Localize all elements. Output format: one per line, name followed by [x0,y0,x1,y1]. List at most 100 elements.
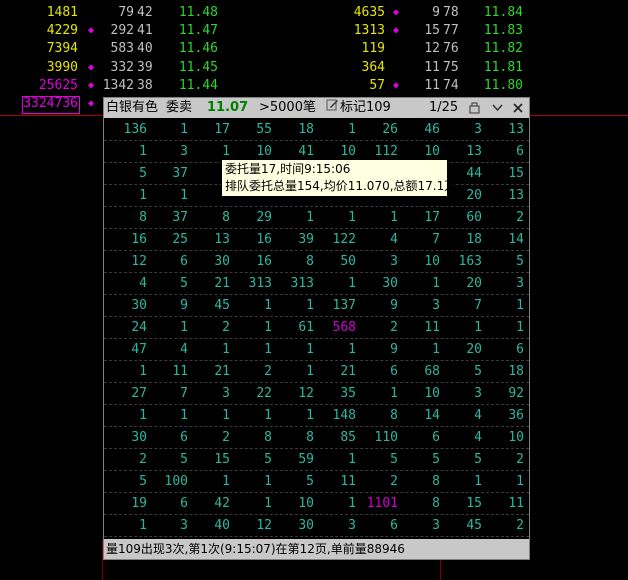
queue-order-cell[interactable]: 5 [400,449,440,470]
side-label[interactable]: 委卖 [166,98,192,118]
queue-order-cell[interactable]: 24 [107,317,147,338]
queue-order-cell[interactable]: 60 [442,207,482,228]
queue-order-cell[interactable]: 12 [107,251,147,272]
filter-label[interactable]: >5000笔 [259,98,316,118]
queue-order-cell[interactable]: 2 [484,207,524,228]
queue-order-cell[interactable]: 14 [484,229,524,250]
queue-order-cell[interactable]: 1 [148,119,188,140]
queue-order-cell[interactable]: 19 [107,493,147,514]
queue-order-cell[interactable]: 1 [274,339,314,360]
queue-order-cell[interactable]: 29 [232,207,272,228]
queue-order-cell[interactable]: 61 [274,317,314,338]
queue-order-cell[interactable]: 9 [148,295,188,316]
queue-order-cell[interactable]: 5 [107,471,147,492]
queue-order-cell[interactable]: 3 [190,383,230,404]
queue-order-cell[interactable]: 8 [190,207,230,228]
queue-order-cell[interactable]: 9 [358,295,398,316]
queue-order-cell[interactable]: 68 [400,361,440,382]
queue-order-cell[interactable]: 8 [232,427,272,448]
queue-order-cell[interactable]: 30 [274,515,314,536]
queue-order-cell[interactable]: 47 [107,339,147,360]
queue-order-cell[interactable]: 1 [232,339,272,360]
queue-order-cell[interactable]: 3 [442,119,482,140]
queue-order-cell[interactable]: 1 [107,361,147,382]
queue-order-cell[interactable]: 3 [358,251,398,272]
queue-order-cell[interactable]: 1 [274,207,314,228]
queue-order-cell[interactable]: 40 [190,515,230,536]
queue-order-cell[interactable]: 3 [484,273,524,294]
queue-order-cell[interactable]: 22 [232,383,272,404]
queue-order-cell[interactable]: 1 [148,317,188,338]
queue-order-cell[interactable]: 5 [484,251,524,272]
queue-order-cell[interactable]: 3 [148,515,188,536]
queue-order-cell[interactable]: 18 [442,229,482,250]
queue-order-cell[interactable]: 1 [190,405,230,426]
queue-order-cell[interactable]: 50 [316,251,356,272]
queue-order-cell[interactable]: 16 [232,251,272,272]
queue-order-cell[interactable]: 11 [316,471,356,492]
queue-order-cell[interactable]: 27 [107,383,147,404]
queue-order-cell[interactable]: 30 [107,427,147,448]
queue-order-cell[interactable]: 8 [274,427,314,448]
queue-order-cell[interactable]: 568 [316,317,356,338]
queue-order-cell[interactable]: 1 [190,339,230,360]
queue-order-cell[interactable]: 13 [484,185,524,206]
queue-order-cell[interactable]: 6 [358,515,398,536]
queue-order-cell[interactable]: 37 [148,207,188,228]
queue-order-cell[interactable]: 1 [107,141,147,162]
queue-order-cell[interactable]: 12 [274,383,314,404]
queue-order-cell[interactable]: 100 [148,471,188,492]
queue-order-cell[interactable]: 8 [274,251,314,272]
queue-order-cell[interactable]: 11 [148,361,188,382]
queue-order-cell[interactable]: 11 [484,493,524,514]
queue-order-cell[interactable]: 17 [190,119,230,140]
queue-order-cell[interactable]: 7 [148,383,188,404]
queue-order-cell[interactable]: 4 [442,405,482,426]
queue-order-cell[interactable]: 3 [400,295,440,316]
queue-order-cell[interactable]: 8 [107,207,147,228]
queue-order-cell[interactable]: 10 [274,493,314,514]
queue-order-cell[interactable]: 1 [316,273,356,294]
queue-order-cell[interactable]: 1 [148,405,188,426]
queue-order-cell[interactable]: 30 [190,251,230,272]
queue-order-cell[interactable]: 8 [358,405,398,426]
queue-order-cell[interactable]: 1 [274,295,314,316]
queue-order-cell[interactable]: 46 [400,119,440,140]
queue-order-cell[interactable]: 6 [400,427,440,448]
queue-order-cell[interactable]: 1 [316,119,356,140]
queue-order-cell[interactable]: 4 [442,427,482,448]
queue-order-cell[interactable]: 35 [316,383,356,404]
queue-order-cell[interactable]: 1 [107,405,147,426]
queue-order-cell[interactable]: 1 [148,185,188,206]
queue-order-cell[interactable]: 25 [148,229,188,250]
queue-order-cell[interactable]: 8 [400,471,440,492]
queue-order-cell[interactable]: 110 [358,427,398,448]
queue-order-cell[interactable]: 1 [316,493,356,514]
queue-order-cell[interactable]: 36 [484,405,524,426]
queue-order-cell[interactable]: 10 [400,251,440,272]
queue-order-cell[interactable]: 4 [358,229,398,250]
queue-order-cell[interactable]: 26 [358,119,398,140]
queue-order-cell[interactable]: 5 [232,449,272,470]
queue-order-cell[interactable]: 5 [442,361,482,382]
queue-order-cell[interactable]: 3 [400,515,440,536]
queue-order-cell[interactable]: 313 [232,273,272,294]
queue-order-cell[interactable]: 1 [190,471,230,492]
queue-order-cell[interactable]: 21 [190,273,230,294]
queue-order-cell[interactable]: 1 [316,207,356,228]
queue-order-cell[interactable]: 136 [107,119,147,140]
queue-order-cell[interactable]: 5 [274,471,314,492]
queue-order-cell[interactable]: 1 [274,361,314,382]
queue-order-cell[interactable]: 13 [442,141,482,162]
queue-order-cell[interactable]: 4 [148,339,188,360]
queue-order-cell[interactable]: 59 [274,449,314,470]
queue-order-cell[interactable]: 5 [442,449,482,470]
queue-order-cell[interactable]: 85 [316,427,356,448]
queue-order-cell[interactable]: 5 [148,449,188,470]
queue-order-cell[interactable]: 45 [442,515,482,536]
window-titlebar[interactable]: 白银有色 委卖 11.07 >5000笔 标记109 1/25 [104,98,529,118]
queue-order-cell[interactable]: 37 [148,163,188,184]
queue-order-cell[interactable]: 21 [316,361,356,382]
queue-order-cell[interactable]: 1 [107,515,147,536]
queue-order-cell[interactable]: 1 [232,295,272,316]
